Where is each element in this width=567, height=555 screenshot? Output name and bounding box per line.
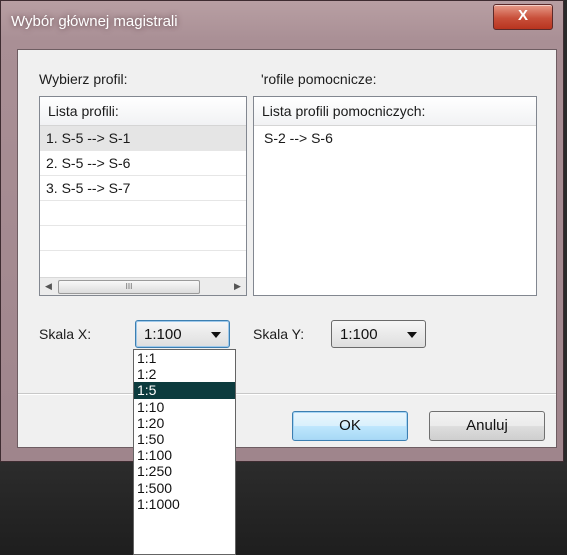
list-item[interactable]: S-2 --> S-6 (254, 126, 536, 150)
close-icon: X (517, 7, 528, 24)
list-item[interactable]: 2. S-5 --> S-6 (40, 151, 246, 176)
scroll-left-icon[interactable]: ◀ (40, 278, 57, 295)
scale-y-label: Skala Y: (253, 326, 305, 342)
scroll-right-icon[interactable]: ▶ (229, 278, 246, 295)
profile-list[interactable]: Lista profili: 1. S-5 --> S-1 2. S-5 -->… (39, 96, 247, 296)
close-button[interactable]: X (493, 4, 553, 30)
dropdown-option[interactable]: 1:2 (134, 366, 235, 382)
list-item-empty[interactable] (40, 201, 246, 226)
list-item[interactable]: 3. S-5 --> S-7 (40, 176, 246, 201)
dropdown-option[interactable]: 1:250 (134, 463, 235, 479)
dialog-window: Wybór głównej magistrali X Wybierz profi… (0, 0, 564, 462)
choose-profile-label: Wybierz profil: (39, 71, 128, 87)
ok-button[interactable]: OK (292, 411, 408, 441)
dropdown-option[interactable]: 1:20 (134, 415, 235, 431)
dropdown-option-highlighted[interactable]: 1:5 (134, 382, 235, 399)
dropdown-option[interactable]: 1:1 (134, 350, 235, 366)
scrollbar-thumb[interactable]: III (58, 280, 200, 294)
scale-x-combobox[interactable]: 1:100 (135, 320, 230, 348)
dropdown-option[interactable]: 1:100 (134, 447, 235, 463)
scale-x-value: 1:100 (144, 326, 182, 343)
desktop-background (0, 462, 567, 555)
dropdown-option[interactable]: 1:500 (134, 480, 235, 496)
horizontal-scrollbar[interactable]: ◀ III ▶ (40, 277, 246, 295)
list-item[interactable]: 1. S-5 --> S-1 (40, 126, 246, 151)
scale-x-dropdown-list[interactable]: 1:1 1:2 1:5 1:10 1:20 1:50 1:100 1:250 1… (133, 349, 236, 555)
chevron-down-icon (407, 332, 417, 338)
auxiliary-list-header[interactable]: Lista profili pomocniczych: (254, 97, 536, 126)
chevron-down-icon (211, 332, 221, 338)
cancel-button[interactable]: Anuluj (429, 411, 545, 441)
scale-y-combobox[interactable]: 1:100 (331, 320, 426, 348)
profile-list-header[interactable]: Lista profili: (40, 97, 246, 126)
dialog-client-area: Wybierz profil: 'rofile pomocnicze: List… (17, 49, 557, 448)
dropdown-option[interactable]: 1:1000 (134, 496, 235, 512)
scale-x-label: Skala X: (39, 326, 92, 342)
separator (18, 393, 556, 395)
scale-y-value: 1:100 (340, 326, 378, 343)
window-title: Wybór głównej magistrali (11, 13, 178, 30)
auxiliary-profile-list[interactable]: Lista profili pomocniczych: S-2 --> S-6 (253, 96, 537, 296)
dropdown-option[interactable]: 1:10 (134, 399, 235, 415)
auxiliary-profiles-label: 'rofile pomocnicze: (261, 71, 377, 87)
title-bar[interactable]: Wybór głównej magistrali X (1, 1, 563, 37)
list-item-empty[interactable] (40, 226, 246, 251)
dropdown-option[interactable]: 1:50 (134, 431, 235, 447)
